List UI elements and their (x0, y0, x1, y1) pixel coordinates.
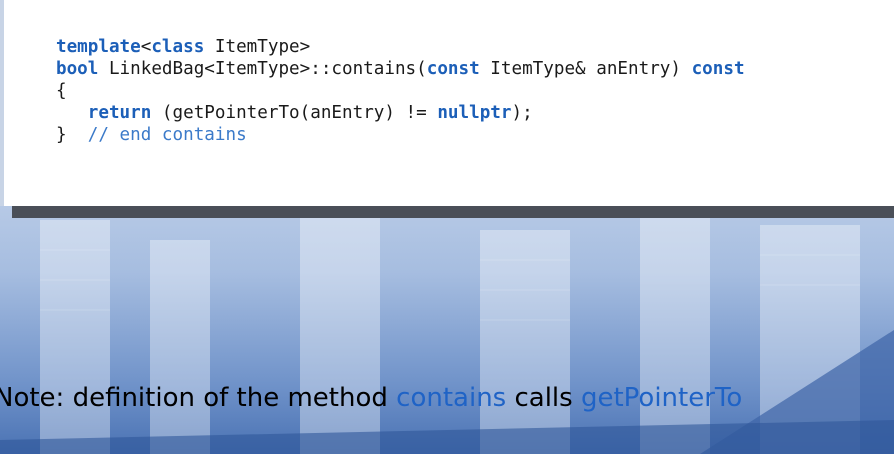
note-text: Note: definition of the method contains … (0, 383, 742, 413)
code-token: const (426, 59, 480, 79)
closing-brace: } (56, 125, 67, 145)
panel-shadow-bar (12, 206, 894, 218)
code-line-2: bool LinkedBag<ItemType>::contains(const… (56, 59, 745, 79)
code-block: template<class ItemType> bool LinkedBag<… (56, 36, 745, 146)
code-line-3: { (56, 81, 67, 101)
code-token: < (140, 37, 152, 57)
code-token: template (56, 37, 141, 57)
code-token: ItemType& anEntry) (479, 59, 692, 79)
panel-edge (0, 0, 4, 206)
code-line-5: } // end contains (56, 125, 247, 145)
code-line-1: template<class ItemType> (56, 37, 310, 57)
code-token: ); (511, 103, 533, 123)
code-token: LinkedBag<ItemType>::contains( (98, 59, 427, 79)
code-token: const (691, 59, 745, 79)
code-line-4: return (getPointerTo(anEntry) != nullptr… (56, 103, 533, 123)
note-callee-name: getPointerTo (580, 383, 743, 413)
code-token: nullptr (437, 103, 512, 123)
code-token: (getPointerTo(anEntry) != (151, 103, 438, 123)
code-token: bool (56, 59, 99, 79)
code-token: class (151, 37, 205, 57)
note-middle: calls (506, 383, 581, 413)
code-panel: template<class ItemType> bool LinkedBag<… (0, 0, 894, 206)
note-method-name: contains (396, 383, 507, 413)
code-comment: // end contains (87, 125, 247, 145)
code-token: return (87, 103, 152, 123)
code-token: ItemType> (204, 37, 311, 57)
note-prefix: Note: definition of the method (0, 383, 397, 413)
